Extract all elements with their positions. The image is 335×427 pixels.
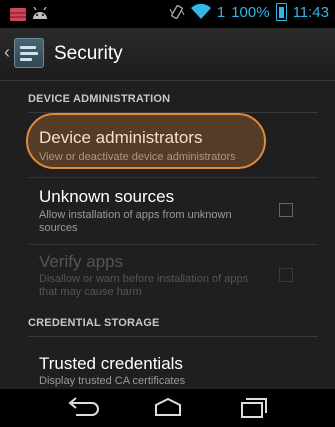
highlight-annotation	[26, 113, 266, 169]
screen: 1 100% 11:43 ‹ Security DEVICE ADMINISTR…	[0, 0, 335, 427]
system-icons: 1 100% 11:43	[169, 3, 329, 21]
unknown-sources-checkbox[interactable]	[279, 203, 293, 217]
divider	[28, 177, 318, 178]
up-caret-icon[interactable]: ‹	[4, 42, 10, 63]
pref-title: Trusted credentials	[39, 354, 183, 373]
pref-title: Verify apps	[39, 252, 124, 271]
divider	[28, 244, 318, 245]
navigation-bar	[0, 389, 335, 427]
wifi-icon	[190, 4, 211, 19]
settings-app-icon[interactable]	[14, 38, 44, 68]
message-icon	[10, 7, 26, 21]
pref-summary: Display trusted CA certificates	[39, 375, 186, 387]
clock: 11:43	[292, 3, 329, 21]
page-title: Security	[54, 43, 123, 64]
android-icon	[33, 7, 47, 19]
section-header-device-admin: DEVICE ADMINISTRATION	[28, 81, 318, 113]
home-icon[interactable]	[150, 395, 186, 421]
recents-icon[interactable]	[236, 395, 272, 421]
action-bar: ‹ Security	[0, 28, 335, 81]
battery-percent: 100%	[231, 3, 270, 21]
verify-apps-checkbox	[279, 268, 293, 282]
pref-summary: Allow installation of apps from unknown …	[39, 209, 232, 234]
battery-icon	[275, 3, 287, 21]
back-icon[interactable]	[64, 395, 100, 421]
pref-summary: Disallow or warn before installation of …	[39, 273, 249, 298]
pref-title: Unknown sources	[39, 187, 175, 206]
vibrate-icon	[169, 4, 185, 20]
status-bar: 1 100% 11:43	[0, 0, 335, 28]
notification-area	[10, 7, 48, 21]
section-header-credential-storage: CREDENTIAL STORAGE	[28, 305, 318, 337]
signal-count: 1	[216, 3, 226, 21]
